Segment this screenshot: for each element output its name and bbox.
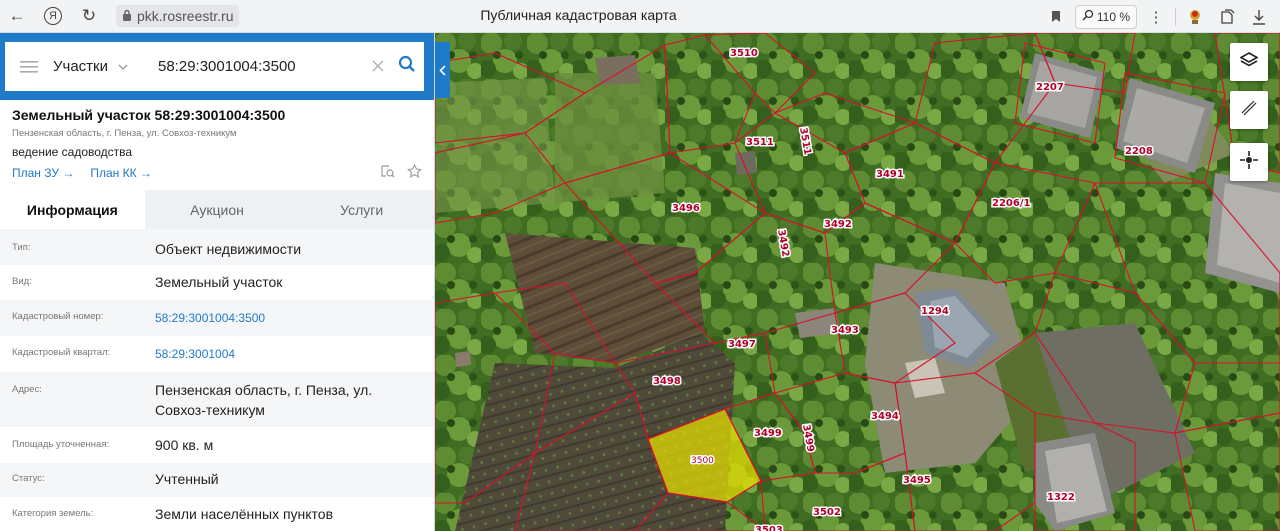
layers-icon [1239,51,1259,73]
parcel-label: 3494 [871,411,899,422]
search-button[interactable] [390,50,424,84]
table-row: Адрес: Пензенская область, г. Пенза, ул.… [0,372,434,427]
object-header: Земельный участок 58:29:3001004:3500 Пен… [0,100,434,180]
search-box: Участки 58:29:3001004:3500 [5,42,424,91]
info-label: Кадастровый квартал: [12,347,111,358]
parcel-label: 3496 [672,203,700,214]
lock-icon [122,8,132,24]
yandex-logo: Я [44,7,62,25]
table-row: Тип: Объект недвижимости [0,229,434,265]
menu-hamburger-icon[interactable] [5,42,53,91]
crosshair-icon [1240,150,1258,174]
info-value: Пензенская область, г. Пенза, ул. Совхоз… [155,382,373,418]
parcel-label: 3499 [754,428,782,439]
zoom-icon [1082,9,1094,24]
ruler-button[interactable] [1230,91,1268,129]
layers-button[interactable] [1230,43,1268,81]
tab-services[interactable]: Услуги [289,190,434,229]
toolbar-divider [1175,7,1176,26]
info-label: Тип: [12,242,31,253]
object-permitted-use: ведение садоводства [12,145,133,159]
parcel-label: 3498 [653,376,681,387]
info-label: Статус: [12,473,45,484]
parcel-label: 2207 [1036,82,1064,93]
info-label: Вид: [12,276,32,287]
object-actions [380,163,422,182]
address-bar[interactable]: pkk.rosreestr.ru [116,5,240,27]
menu-icon[interactable]: ⋮ [1143,4,1169,30]
info-label: Кадастровый номер: [12,311,104,322]
cadastral-quarter-link[interactable]: 58:29:3001004 [155,344,422,364]
search-input[interactable]: 58:29:3001004:3500 [158,58,366,75]
zoom-to-object-icon[interactable] [380,164,395,182]
satellite-map[interactable]: 3510 3511 3511 3496 3491 3492 3492 3493 … [435,33,1280,531]
info-value: Учтенный [155,471,219,487]
parcel-label: 3493 [831,325,859,336]
tab-information[interactable]: Информация [0,190,145,229]
parcel-label: 3492 [824,219,852,230]
info-panel: Участки 58:29:3001004:3500 Земельный уча… [0,33,435,531]
info-value: 900 кв. м [155,437,214,453]
collapse-panel-button[interactable] [435,42,450,98]
info-label: Площадь уточненная: [12,439,110,450]
parcel-label: 3497 [728,339,756,350]
search-bar-container: Участки 58:29:3001004:3500 [0,33,434,100]
tab-auction[interactable]: Аукцион [145,190,290,229]
plan-zu-link[interactable]: План ЗУ → [12,166,74,180]
info-label: Адрес: [12,384,42,395]
yandex-icon[interactable]: Я [38,1,68,31]
object-type-select[interactable]: Участки [53,58,158,75]
plan-kk-link[interactable]: План КК → [90,166,152,180]
parcel-label: 3491 [876,169,904,180]
plan-links: План ЗУ → План КК → [12,163,422,182]
table-row: Кадастровый номер: 58:29:3001004:3500 [0,300,434,336]
map-view[interactable]: 3510 3511 3511 3496 3491 3492 3492 3493 … [435,33,1280,531]
info-tabs: Информация Аукцион Услуги [0,190,434,229]
table-row: Вид: Земельный участок [0,265,434,300]
table-row: Статус: Учтенный [0,463,434,497]
search-icon [398,55,416,78]
object-title: Земельный участок 58:29:3001004:3500 [12,107,286,123]
parcel-label: 2208 [1125,146,1153,157]
info-label: Категория земель: [12,508,94,519]
parcel-label: 1322 [1047,492,1075,503]
info-value: Объект недвижимости [155,241,302,257]
clear-icon[interactable] [366,56,390,77]
parcel-label: 3511 [746,137,774,148]
bookmark-icon[interactable] [1043,4,1069,30]
locate-button[interactable] [1230,143,1268,181]
browser-right-tools: 110 % ⋮ [1043,0,1280,33]
selected-parcel-label: 3500 [691,456,714,466]
parcel-label: 1294 [921,306,949,317]
chevron-down-icon [118,61,128,73]
object-type-label: Участки [53,58,108,75]
parcel-label: 3502 [813,507,841,518]
table-row: Площадь уточненная: 900 кв. м [0,427,434,463]
back-icon[interactable]: ← [2,1,32,31]
url-text: pkk.rosreestr.ru [137,8,234,24]
browser-toolbar: ← Я ↻ pkk.rosreestr.ru Публичная кадастр… [0,0,1280,33]
info-table: Тип: Объект недвижимости Вид: Земельный … [0,229,434,531]
ruler-icon [1240,99,1258,122]
reload-icon[interactable]: ↻ [74,1,104,31]
info-value: Земли населённых пунктов [155,506,334,522]
table-row: Кадастровый квартал: 58:29:3001004 [0,336,434,372]
cadastral-number-link[interactable]: 58:29:3001004:3500 [155,308,422,328]
parcel-label: 2206/1 [992,198,1030,209]
extension-icon[interactable] [1182,4,1208,30]
table-row: Категория земель: Земли населённых пункт… [0,497,434,531]
info-value: Земельный участок [155,274,283,290]
parcel-label: 3510 [730,48,758,59]
parcel-label: 3495 [903,475,931,486]
zoom-level: 110 % [1096,9,1130,24]
collections-icon[interactable] [1214,4,1240,30]
object-address: Пензенская область, г. Пенза, ул. Совхоз… [12,128,237,139]
favorite-star-icon[interactable] [407,163,422,182]
parcel-label: 3503 [755,525,783,531]
zoom-indicator[interactable]: 110 % [1074,4,1137,29]
download-icon[interactable] [1246,4,1272,30]
